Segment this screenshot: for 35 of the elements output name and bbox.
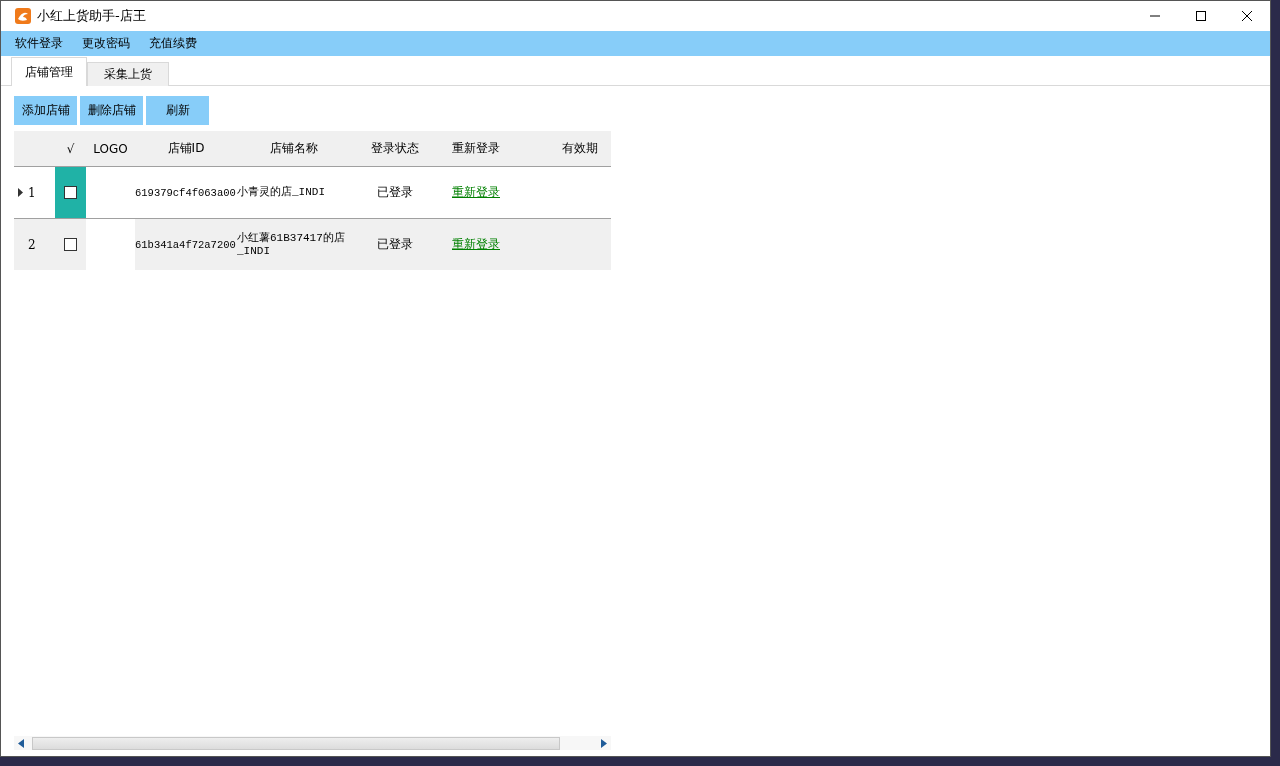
- maximize-icon: [1195, 10, 1207, 22]
- checkbox[interactable]: [64, 186, 77, 199]
- column-header[interactable]: 登录状态: [350, 140, 440, 157]
- relogin-link[interactable]: 重新登录: [452, 236, 500, 253]
- table-row[interactable]: 1 619379cf4f063a00小青灵的店_INDI 已登录 重新登录: [14, 167, 611, 219]
- menu-item[interactable]: 更改密码: [82, 35, 130, 52]
- scroll-right-icon[interactable]: [601, 738, 607, 748]
- checkbox[interactable]: [64, 238, 77, 251]
- column-header[interactable]: 店铺ID: [135, 140, 237, 157]
- column-header[interactable]: 重新登录: [440, 140, 512, 157]
- table-cell-text: 小红薯61B37417的店_INDI: [237, 232, 346, 257]
- menu-item[interactable]: 软件登录: [15, 35, 63, 52]
- row-number: 1: [28, 185, 36, 200]
- table-cell: 小青灵的店_INDI: [237, 186, 325, 199]
- window-title: 小红上货助手-店王: [37, 7, 146, 25]
- tab[interactable]: 店铺管理: [11, 57, 87, 86]
- toolbar-button[interactable]: 刷新: [146, 96, 209, 125]
- column-header[interactable]: 店铺名称: [237, 140, 350, 157]
- app-logo-icon: [15, 8, 31, 24]
- close-icon: [1241, 10, 1253, 22]
- column-header[interactable]: √: [55, 141, 86, 156]
- tab[interactable]: 采集上货: [87, 62, 169, 86]
- column-header[interactable]: LOGO: [86, 141, 135, 156]
- column-header[interactable]: 有效期: [512, 140, 610, 157]
- menu-item[interactable]: 充值续费: [149, 35, 197, 52]
- toolbar-button[interactable]: 删除店铺: [80, 96, 143, 125]
- relogin-link[interactable]: 重新登录: [452, 184, 500, 201]
- scroll-left-icon[interactable]: [18, 738, 24, 748]
- table-cell: 已登录: [377, 236, 413, 253]
- toolbar-button[interactable]: 添加店铺: [14, 96, 77, 125]
- table-cell: 已登录: [377, 184, 413, 201]
- table-cell: 619379cf4f063a00: [135, 186, 236, 199]
- row-number: 2: [28, 237, 36, 252]
- table-cell: 61b341a4f72a7200: [135, 238, 236, 251]
- current-row-icon: [18, 188, 23, 197]
